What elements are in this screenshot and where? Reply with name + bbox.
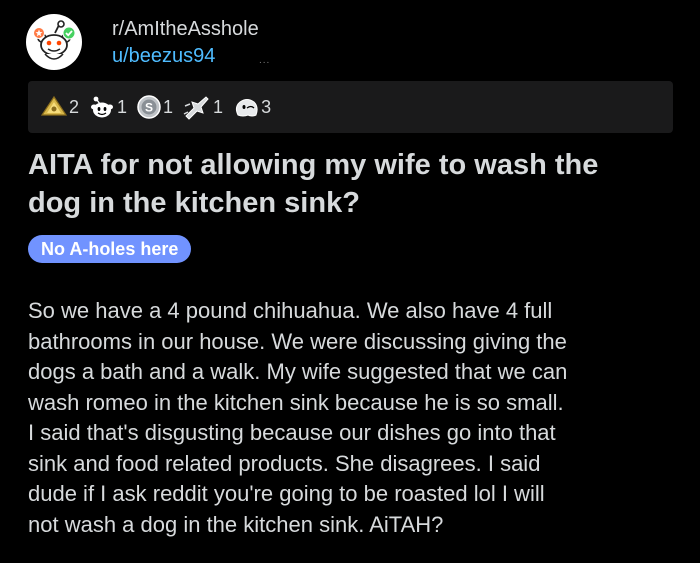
award-count: 1 — [117, 96, 128, 117]
post-meta: r/AmItheAsshole u/beezus94 — [112, 16, 259, 69]
award-silver[interactable]: S 1 — [136, 94, 173, 120]
more-options-icon[interactable]: ... — [259, 55, 270, 66]
helpful-award-icon — [40, 95, 68, 116]
silver-award-icon: S — [137, 95, 161, 119]
post-body-line: not wash a dog in the kitchen sink. AiTA… — [28, 511, 444, 537]
post-flair[interactable]: No A-holes here — [28, 235, 192, 263]
award-helpful[interactable]: 2 — [40, 95, 79, 119]
post-title-line: dog in the kitchen sink? — [28, 187, 360, 219]
svg-text:S: S — [145, 101, 153, 115]
award-count: 2 — [69, 96, 80, 117]
author-username[interactable]: u/beezus94 — [112, 43, 259, 69]
award-count: 1 — [163, 96, 174, 117]
subreddit-avatar[interactable] — [26, 14, 82, 70]
post-title[interactable]: AITA for not allowing my wife to wash th… — [28, 146, 678, 222]
post-header: r/AmItheAsshole u/beezus94 — [26, 14, 259, 70]
post-body-line: dude if I ask reddit you're going to be … — [28, 481, 545, 506]
post-body-line: wash romeo in the kitchen sink because h… — [28, 389, 564, 415]
post-body-line: So we have a 4 pound chihuahua. We also … — [28, 298, 553, 323]
post-body: So we have a 4 pound chihuahua. We also … — [28, 296, 678, 540]
award-wholesome[interactable]: 1 — [88, 94, 127, 120]
post-body-line: sink and food related products. She disa… — [28, 450, 541, 476]
post-body-line: bathrooms in our house. We were discussi… — [28, 328, 567, 354]
snoo-icon — [33, 20, 76, 60]
award-count: 1 — [213, 96, 224, 117]
award-ghost-facepalm[interactable]: 3 — [232, 95, 271, 119]
award-rocket-like[interactable]: 1 — [182, 94, 223, 120]
wholesome-award-icon — [91, 96, 114, 118]
post-title-line: AITA for not allowing my wife to wash th… — [28, 149, 599, 181]
post-body-line: I said that's disgusting because our dis… — [28, 420, 556, 445]
post-body-line: dogs a bath and a walk. My wife suggeste… — [28, 359, 568, 384]
award-count: 3 — [261, 96, 272, 117]
awards-bar[interactable]: 2 1 S 1 1 3 — [28, 81, 673, 133]
ghost-facepalm-award-icon — [235, 99, 258, 117]
rocket-like-award-icon — [183, 96, 209, 120]
subreddit-name[interactable]: r/AmItheAsshole — [112, 16, 259, 42]
